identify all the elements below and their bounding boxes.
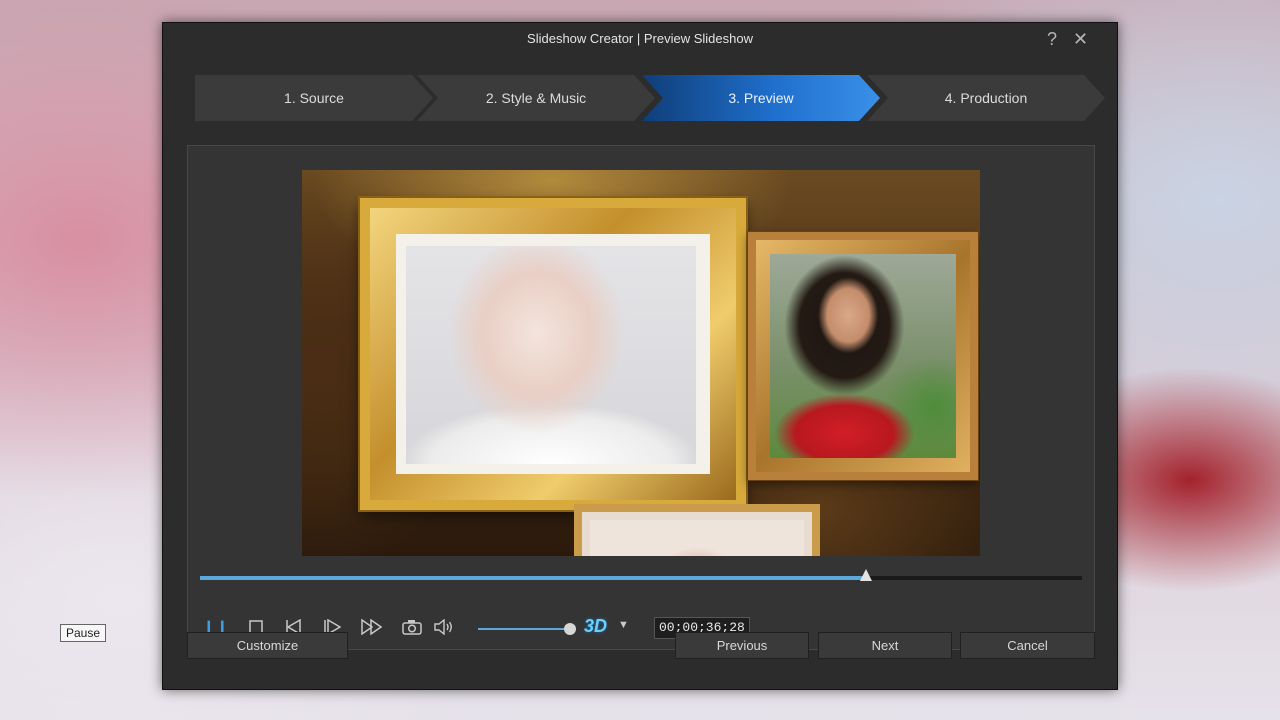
photo-frame-girl [747,231,979,481]
step-style-music[interactable]: 2. Style & Music [417,75,655,121]
customize-button[interactable]: Customize [187,632,348,659]
cancel-button[interactable]: Cancel [960,632,1095,659]
volume-slider[interactable] [478,623,577,635]
3d-button[interactable]: 3D [584,616,607,637]
step-source[interactable]: 1. Source [195,75,433,121]
next-button[interactable]: Next [818,632,952,659]
photo-frame-baby [358,196,748,512]
preview-panel: ❙❙ 3D ▼ 00;00;36;28 [187,145,1095,650]
snapshot-icon[interactable] [400,616,424,638]
seek-handle[interactable] [859,569,872,581]
girl-photo [770,254,956,458]
step-preview[interactable]: 3. Preview [642,75,880,121]
seek-bar[interactable] [200,569,1082,581]
wizard-steps: 1. Source 2. Style & Music 3. Preview 4.… [195,75,1105,121]
title-bar: Slideshow Creator | Preview Slideshow ? … [163,23,1117,55]
photo-frame-bottom [574,504,820,556]
preview-video [302,170,980,556]
volume-knob[interactable] [564,623,577,635]
step-production[interactable]: 4. Production [867,75,1105,121]
close-icon[interactable]: ✕ [1073,29,1088,49]
window-title: Slideshow Creator | Preview Slideshow [527,31,753,46]
dropdown-icon[interactable]: ▼ [618,619,629,631]
volume-icon[interactable] [432,616,456,638]
help-icon[interactable]: ? [1047,29,1057,49]
previous-button[interactable]: Previous [675,632,809,659]
partial-photo [590,520,804,556]
fast-forward-icon[interactable] [360,616,384,638]
pause-tooltip: Pause [60,624,107,642]
seek-progress [200,576,866,580]
slideshow-creator-dialog: Slideshow Creator | Preview Slideshow ? … [162,22,1118,690]
volume-level [478,628,571,630]
baby-photo [406,246,696,464]
